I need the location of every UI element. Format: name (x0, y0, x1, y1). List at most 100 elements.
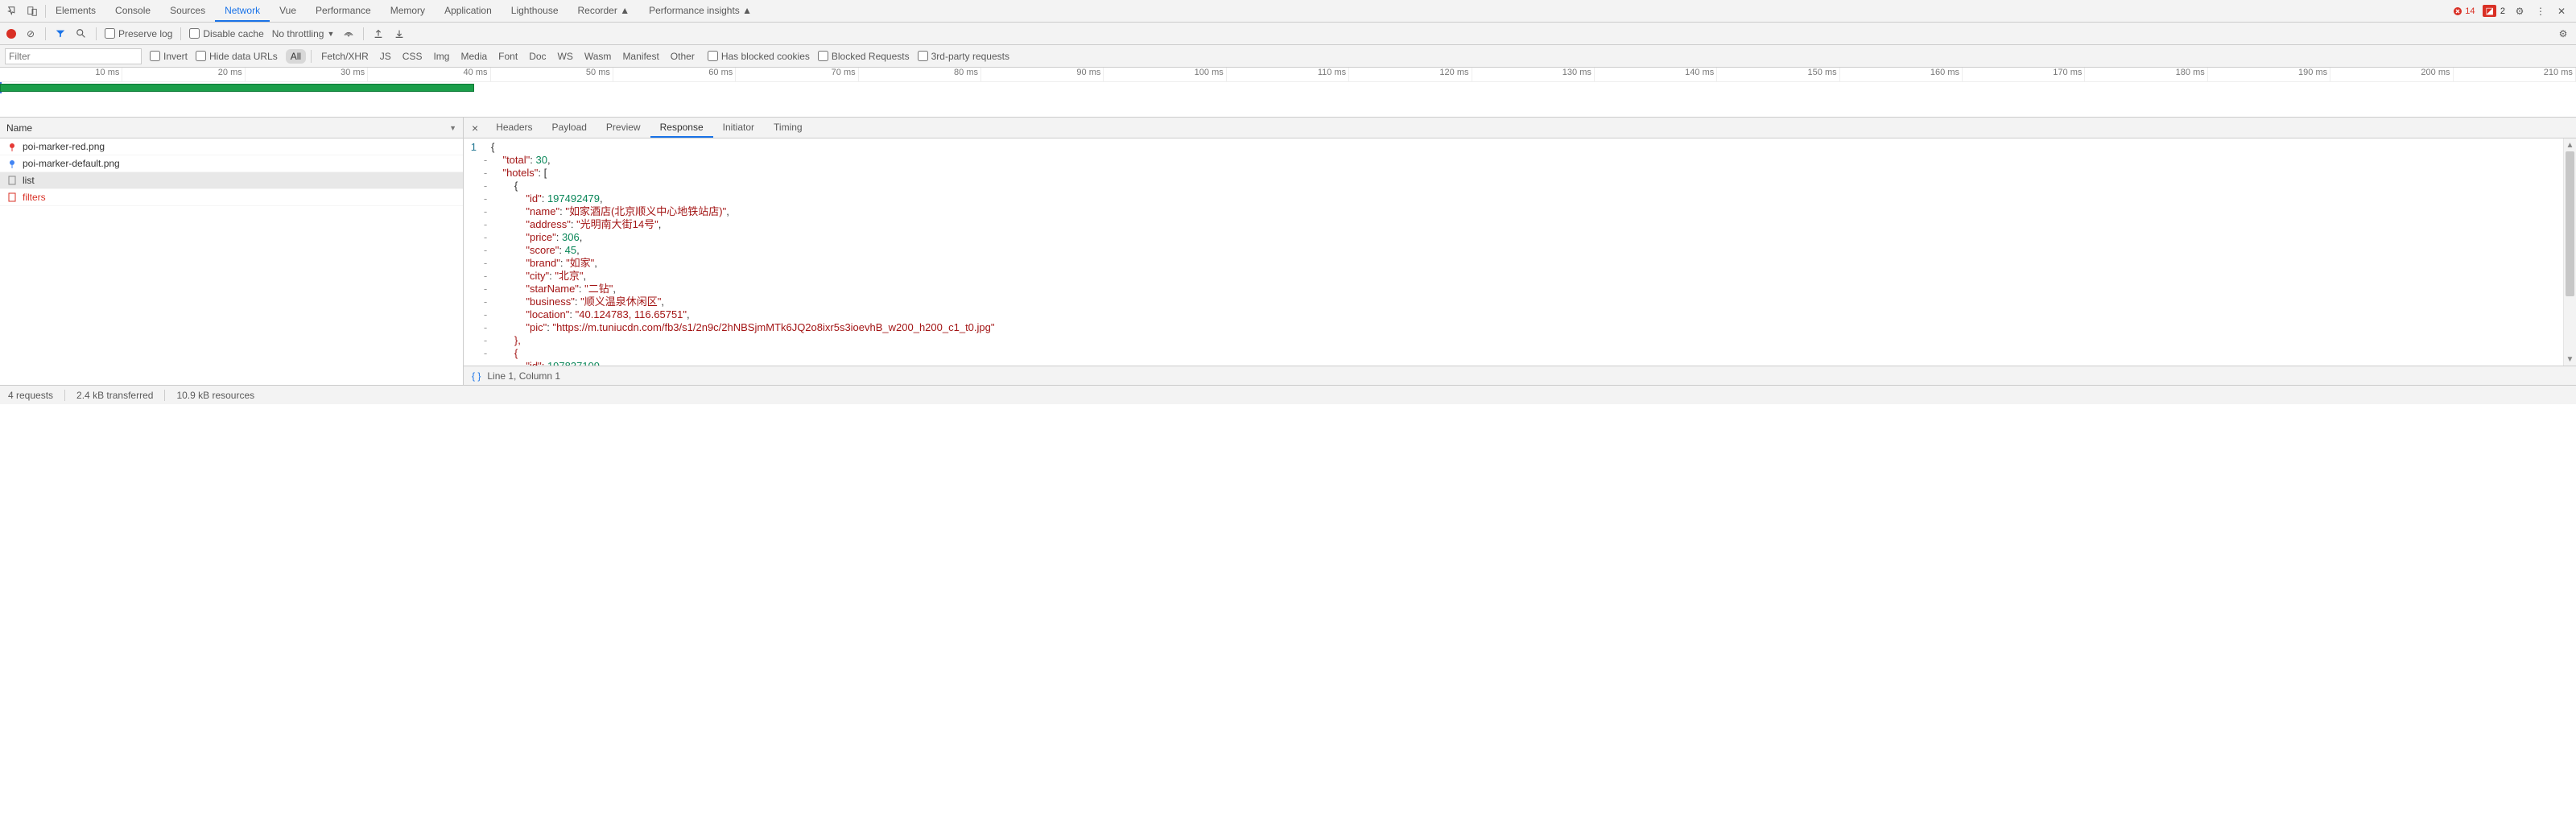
scrollbar-thumb[interactable] (2566, 151, 2574, 296)
timeline-tick: 170 ms (1963, 68, 2085, 81)
format-icon[interactable]: { } (472, 370, 481, 382)
record-button[interactable] (6, 29, 16, 39)
detail-tab-headers[interactable]: Headers (486, 118, 542, 138)
detail-tab-response[interactable]: Response (650, 118, 713, 138)
type-filter-img[interactable]: Img (428, 49, 454, 64)
scroll-up-icon[interactable]: ▲ (2564, 138, 2576, 151)
filter-toggle-icon[interactable] (54, 27, 67, 40)
chevron-down-icon[interactable]: ▼ (449, 124, 456, 132)
timeline-tick: 150 ms (1717, 68, 1839, 81)
tab-elements[interactable]: Elements (46, 0, 105, 22)
inspect-icon[interactable] (6, 5, 19, 18)
tab-memory[interactable]: Memory (381, 0, 435, 22)
issues-badge[interactable]: ◪2 (2483, 5, 2505, 17)
settings-gear-icon[interactable]: ⚙ (2557, 27, 2570, 40)
tab-performance-insights-[interactable]: Performance insights ▲ (639, 0, 762, 22)
timeline-tick: 200 ms (2330, 68, 2453, 81)
request-name: filters (23, 192, 46, 203)
close-detail-icon[interactable]: × (464, 122, 486, 134)
error-badge[interactable]: 14 (2453, 6, 2475, 16)
timeline-tick: 70 ms (736, 68, 858, 81)
response-status-bar: { } Line 1, Column 1 (464, 366, 2576, 385)
request-count: 4 requests (8, 390, 53, 401)
device-toggle-icon[interactable] (26, 5, 39, 18)
timeline-tick: 130 ms (1472, 68, 1595, 81)
timeline-activity-bar (0, 84, 474, 92)
timeline-overview[interactable]: 10 ms20 ms30 ms40 ms50 ms60 ms70 ms80 ms… (0, 68, 2576, 118)
tab-network[interactable]: Network (215, 0, 270, 22)
timeline-tick: 190 ms (2208, 68, 2330, 81)
main-split: Name ▼ poi-marker-red.png poi-marker-defa… (0, 118, 2576, 385)
vertical-scrollbar[interactable]: ▲ ▼ (2563, 138, 2576, 366)
request-row[interactable]: filters (0, 189, 463, 206)
request-list-header[interactable]: Name ▼ (0, 118, 463, 138)
request-list-panel: Name ▼ poi-marker-red.png poi-marker-defa… (0, 118, 464, 385)
detail-tab-timing[interactable]: Timing (764, 118, 812, 138)
search-icon[interactable] (75, 27, 88, 40)
timeline-tick: 90 ms (981, 68, 1104, 81)
third-party-checkbox[interactable]: 3rd-party requests (918, 51, 1009, 62)
detail-tab-initiator[interactable]: Initiator (713, 118, 764, 138)
type-filter-doc[interactable]: Doc (524, 49, 551, 64)
close-icon[interactable]: ✕ (2555, 5, 2568, 18)
main-tabs: ElementsConsoleSourcesNetworkVuePerforma… (46, 0, 762, 22)
type-filter-other[interactable]: Other (666, 49, 700, 64)
transferred-size: 2.4 kB transferred (76, 390, 153, 401)
tab-sources[interactable]: Sources (160, 0, 215, 22)
type-filter-js[interactable]: JS (375, 49, 396, 64)
more-icon[interactable]: ⋮ (2534, 5, 2547, 18)
type-filter-ws[interactable]: WS (553, 49, 578, 64)
type-filter-fetch-xhr[interactable]: Fetch/XHR (316, 49, 374, 64)
type-filter-all[interactable]: All (286, 49, 306, 64)
timeline-tick: 10 ms (0, 68, 122, 81)
timeline-tick: 120 ms (1349, 68, 1472, 81)
type-filter-font[interactable]: Font (493, 49, 522, 64)
type-filter-css[interactable]: CSS (398, 49, 427, 64)
pin-blue-icon (6, 158, 18, 169)
timeline-tick: 160 ms (1840, 68, 1963, 81)
invert-checkbox[interactable]: Invert (150, 51, 188, 62)
hide-data-urls-checkbox[interactable]: Hide data URLs (196, 51, 278, 62)
request-name: list (23, 175, 35, 186)
tab-performance[interactable]: Performance (306, 0, 381, 22)
timeline-tick: 180 ms (2085, 68, 2207, 81)
name-column-header: Name (6, 122, 32, 134)
has-blocked-cookies-checkbox[interactable]: Has blocked cookies (708, 51, 810, 62)
timeline-tick: 50 ms (491, 68, 613, 81)
tab-lighthouse[interactable]: Lighthouse (502, 0, 568, 22)
type-filter-wasm[interactable]: Wasm (580, 49, 617, 64)
disable-cache-checkbox[interactable]: Disable cache (189, 28, 263, 39)
tab-recorder-[interactable]: Recorder ▲ (568, 0, 640, 22)
tab-application[interactable]: Application (435, 0, 502, 22)
detail-tab-preview[interactable]: Preview (597, 118, 650, 138)
network-conditions-icon[interactable] (342, 27, 355, 40)
tab-vue[interactable]: Vue (270, 0, 306, 22)
timeline-tick: 40 ms (368, 68, 490, 81)
clear-icon[interactable]: ⊘ (24, 27, 37, 40)
devtools-top-bar: ElementsConsoleSourcesNetworkVuePerforma… (0, 0, 2576, 23)
timeline-tick: 60 ms (613, 68, 736, 81)
network-toolbar: ⊘ Preserve log Disable cache No throttli… (0, 23, 2576, 45)
tab-console[interactable]: Console (105, 0, 160, 22)
type-filter-media[interactable]: Media (456, 49, 492, 64)
scroll-down-icon[interactable]: ▼ (2564, 353, 2576, 366)
request-name: poi-marker-red.png (23, 141, 105, 152)
request-row[interactable]: list (0, 172, 463, 189)
detail-panel: × HeadersPayloadPreviewResponseInitiator… (464, 118, 2576, 385)
detail-tab-payload[interactable]: Payload (543, 118, 597, 138)
throttling-select[interactable]: No throttling ▼ (272, 28, 335, 39)
timeline-tick: 110 ms (1227, 68, 1349, 81)
request-list: poi-marker-red.png poi-marker-default.png… (0, 138, 463, 385)
response-body[interactable]: 1 ----------------- { "total": 30, "hote… (464, 138, 2576, 385)
type-filter-manifest[interactable]: Manifest (617, 49, 663, 64)
preserve-log-checkbox[interactable]: Preserve log (105, 28, 172, 39)
request-row[interactable]: poi-marker-red.png (0, 138, 463, 155)
blocked-requests-checkbox[interactable]: Blocked Requests (818, 51, 910, 62)
cursor-position: Line 1, Column 1 (487, 370, 560, 382)
resources-size: 10.9 kB resources (176, 390, 254, 401)
download-har-icon[interactable] (393, 27, 406, 40)
settings-icon[interactable]: ⚙ (2513, 5, 2526, 18)
filter-input[interactable] (5, 48, 142, 64)
upload-har-icon[interactable] (372, 27, 385, 40)
request-row[interactable]: poi-marker-default.png (0, 155, 463, 172)
